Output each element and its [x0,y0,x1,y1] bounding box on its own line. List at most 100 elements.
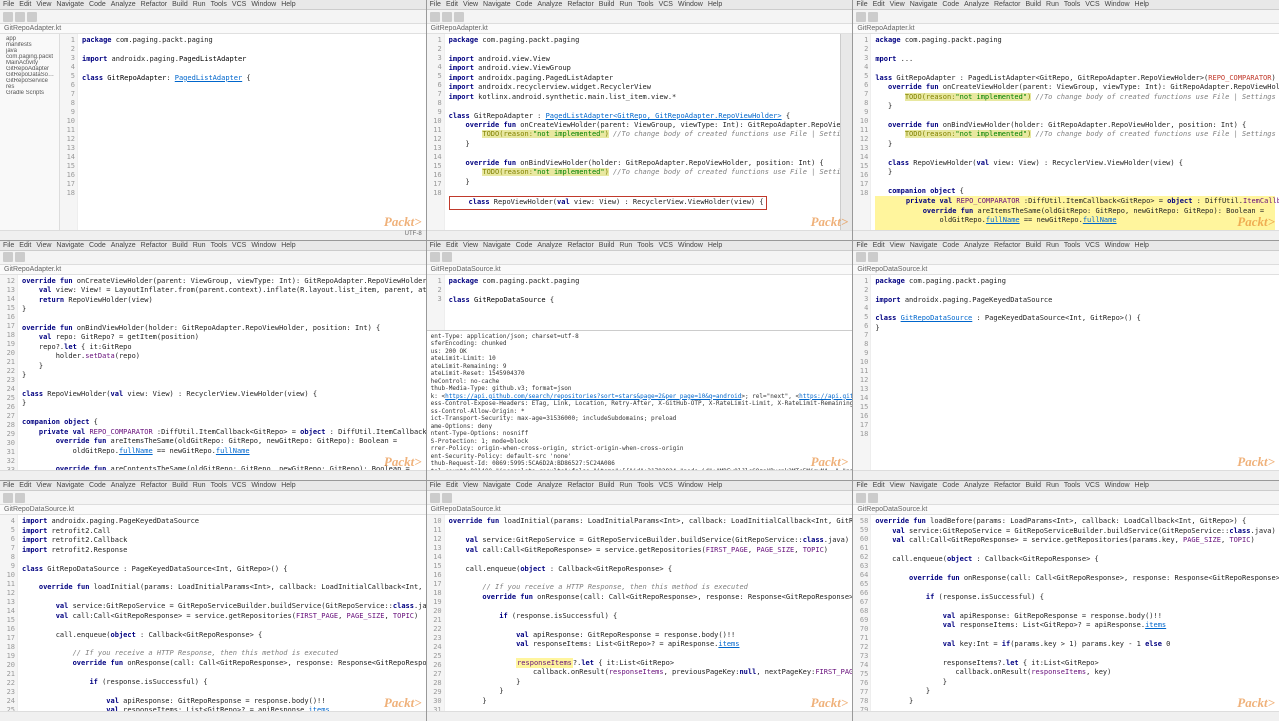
menu-item[interactable]: Edit [446,242,458,249]
menu-item[interactable]: View [36,242,51,249]
toolbar[interactable] [0,10,426,24]
code-editor[interactable]: 5859606162636465666768697071727374757677… [853,515,1279,711]
menu-item[interactable]: Refactor [141,242,167,249]
menubar[interactable]: FileEditViewNavigateCodeAnalyzeRefactorB… [427,241,853,251]
code-editor[interactable]: 123 package com.paging.packt.paging clas… [427,275,853,330]
menu-item[interactable]: Code [942,482,959,489]
menu-item[interactable]: File [856,482,867,489]
menu-item[interactable]: VCS [232,242,246,249]
menu-item[interactable]: Run [193,482,206,489]
menu-item[interactable]: View [463,242,478,249]
menu-item[interactable]: Analyze [537,242,562,249]
menu-item[interactable]: Window [678,1,703,8]
menu-item[interactable]: Run [1046,482,1059,489]
menu-item[interactable]: VCS [1085,482,1099,489]
menu-item[interactable]: Refactor [141,1,167,8]
menu-item[interactable]: Navigate [56,242,84,249]
menu-item[interactable]: Help [708,1,722,8]
menu-item[interactable]: VCS [659,242,673,249]
menubar[interactable]: File Edit View Navigate Code Analyze Refactor B… [0,241,426,251]
toolbar[interactable] [853,491,1279,505]
menu-item[interactable]: Help [281,242,295,249]
menu-item[interactable]: File [3,242,14,249]
menubar[interactable]: FileEditViewNavigateCodeAnalyzeRefactorB… [0,481,426,491]
menu-item[interactable]: Build [599,1,615,8]
tree-item[interactable]: Gradle Scripts [2,90,57,96]
menu-item[interactable]: Refactor [141,482,167,489]
code-area[interactable]: override fun onCreateViewHolder(parent: … [18,275,426,471]
code-area[interactable]: package com.paging.packt.paging import a… [445,34,841,230]
menu-item[interactable]: Code [89,1,106,8]
menu-item[interactable]: Refactor [567,482,593,489]
menu-item[interactable]: Tools [637,242,653,249]
menu-item[interactable]: Help [1135,1,1149,8]
menu-item[interactable]: Code [89,482,106,489]
menu-item[interactable]: Code [942,242,959,249]
menu-item[interactable]: Run [193,1,206,8]
menu-item[interactable]: File [430,482,441,489]
menu-item[interactable]: Tools [211,482,227,489]
menu-item[interactable]: VCS [1085,242,1099,249]
menu-item[interactable]: Edit [873,482,885,489]
menu-item[interactable]: View [890,482,905,489]
menu-item[interactable]: View [36,482,51,489]
code-area[interactable]: override fun loadBefore(params: LoadPara… [871,515,1279,711]
menu-item[interactable]: Build [172,1,188,8]
code-area[interactable]: override fun loadInitial(params: LoadIni… [445,515,853,711]
menu-item[interactable]: Edit [873,1,885,8]
menu-item[interactable]: Navigate [56,482,84,489]
code-area[interactable]: ackage com.paging.packt.paging mport ...… [871,34,1279,230]
menu-item[interactable]: Build [172,242,188,249]
menu-item[interactable]: Build [1025,482,1041,489]
menu-item[interactable]: Run [193,242,206,249]
menu-item[interactable]: Help [281,1,295,8]
menu-item[interactable]: View [463,482,478,489]
code-editor[interactable]: 123456789101112131415161718 package com.… [427,34,841,230]
menu-item[interactable]: Help [1135,242,1149,249]
code-area[interactable]: package com.paging.packt.paging import a… [78,34,426,230]
menu-item[interactable]: Edit [19,482,31,489]
menu-item[interactable]: Window [1105,242,1130,249]
build-icon[interactable] [27,12,37,22]
menu-item[interactable]: Help [708,482,722,489]
menu-item[interactable]: Window [1105,1,1130,8]
code-editor[interactable]: 1011121314151617181920212223242526272829… [427,515,853,711]
toolbar[interactable] [427,10,853,24]
code-area[interactable]: package com.paging.packt.paging class Gi… [445,275,853,330]
menu-item[interactable]: Code [516,482,533,489]
menubar[interactable]: FileEditViewNavigateCodeAnalyzeRefactorB… [427,481,853,491]
menubar[interactable]: FileEditViewNavigateCodeAnalyzeRefactorB… [0,0,426,10]
menu-item[interactable]: File [856,242,867,249]
menu-item[interactable]: Navigate [910,482,938,489]
menu-item[interactable]: VCS [659,1,673,8]
menu-item[interactable]: File [430,242,441,249]
menubar[interactable]: FileEditViewNavigateCodeAnalyzeRefactorB… [853,481,1279,491]
menu-item[interactable]: Window [1105,482,1130,489]
menu-item[interactable]: Tools [1064,242,1080,249]
menu-item[interactable]: Analyze [537,482,562,489]
menu-item[interactable]: Help [1135,482,1149,489]
menu-item[interactable]: Window [678,242,703,249]
menu-item[interactable]: Tools [1064,482,1080,489]
menu-item[interactable]: Build [1025,242,1041,249]
menu-item[interactable]: Edit [19,1,31,8]
menu-item[interactable]: Window [251,242,276,249]
menu-item[interactable]: VCS [1085,1,1099,8]
menu-item[interactable]: Navigate [56,1,84,8]
menu-item[interactable]: Tools [211,242,227,249]
code-editor[interactable]: 4567891011121314151617181920212223242526… [0,515,426,711]
menu-item[interactable]: View [890,242,905,249]
menu-item[interactable]: Build [1025,1,1041,8]
menubar[interactable]: FileEditViewNavigateCodeAnalyzeRefactorB… [853,0,1279,10]
project-tree[interactable]: appmanifestsjavacom.paging.packtMainActi… [0,34,60,230]
menu-item[interactable]: Analyze [111,482,136,489]
code-editor[interactable]: 123456789101112131415161718 package com.… [853,275,1279,471]
menu-item[interactable]: Navigate [483,482,511,489]
menu-item[interactable]: Analyze [111,242,136,249]
menu-item[interactable]: Tools [637,482,653,489]
menu-item[interactable]: Code [89,242,106,249]
menu-item[interactable]: Edit [19,242,31,249]
menubar[interactable]: FileEditViewNavigateCodeAnalyzeRefactorB… [853,241,1279,251]
menu-item[interactable]: Navigate [483,1,511,8]
menu-item[interactable]: Analyze [964,242,989,249]
